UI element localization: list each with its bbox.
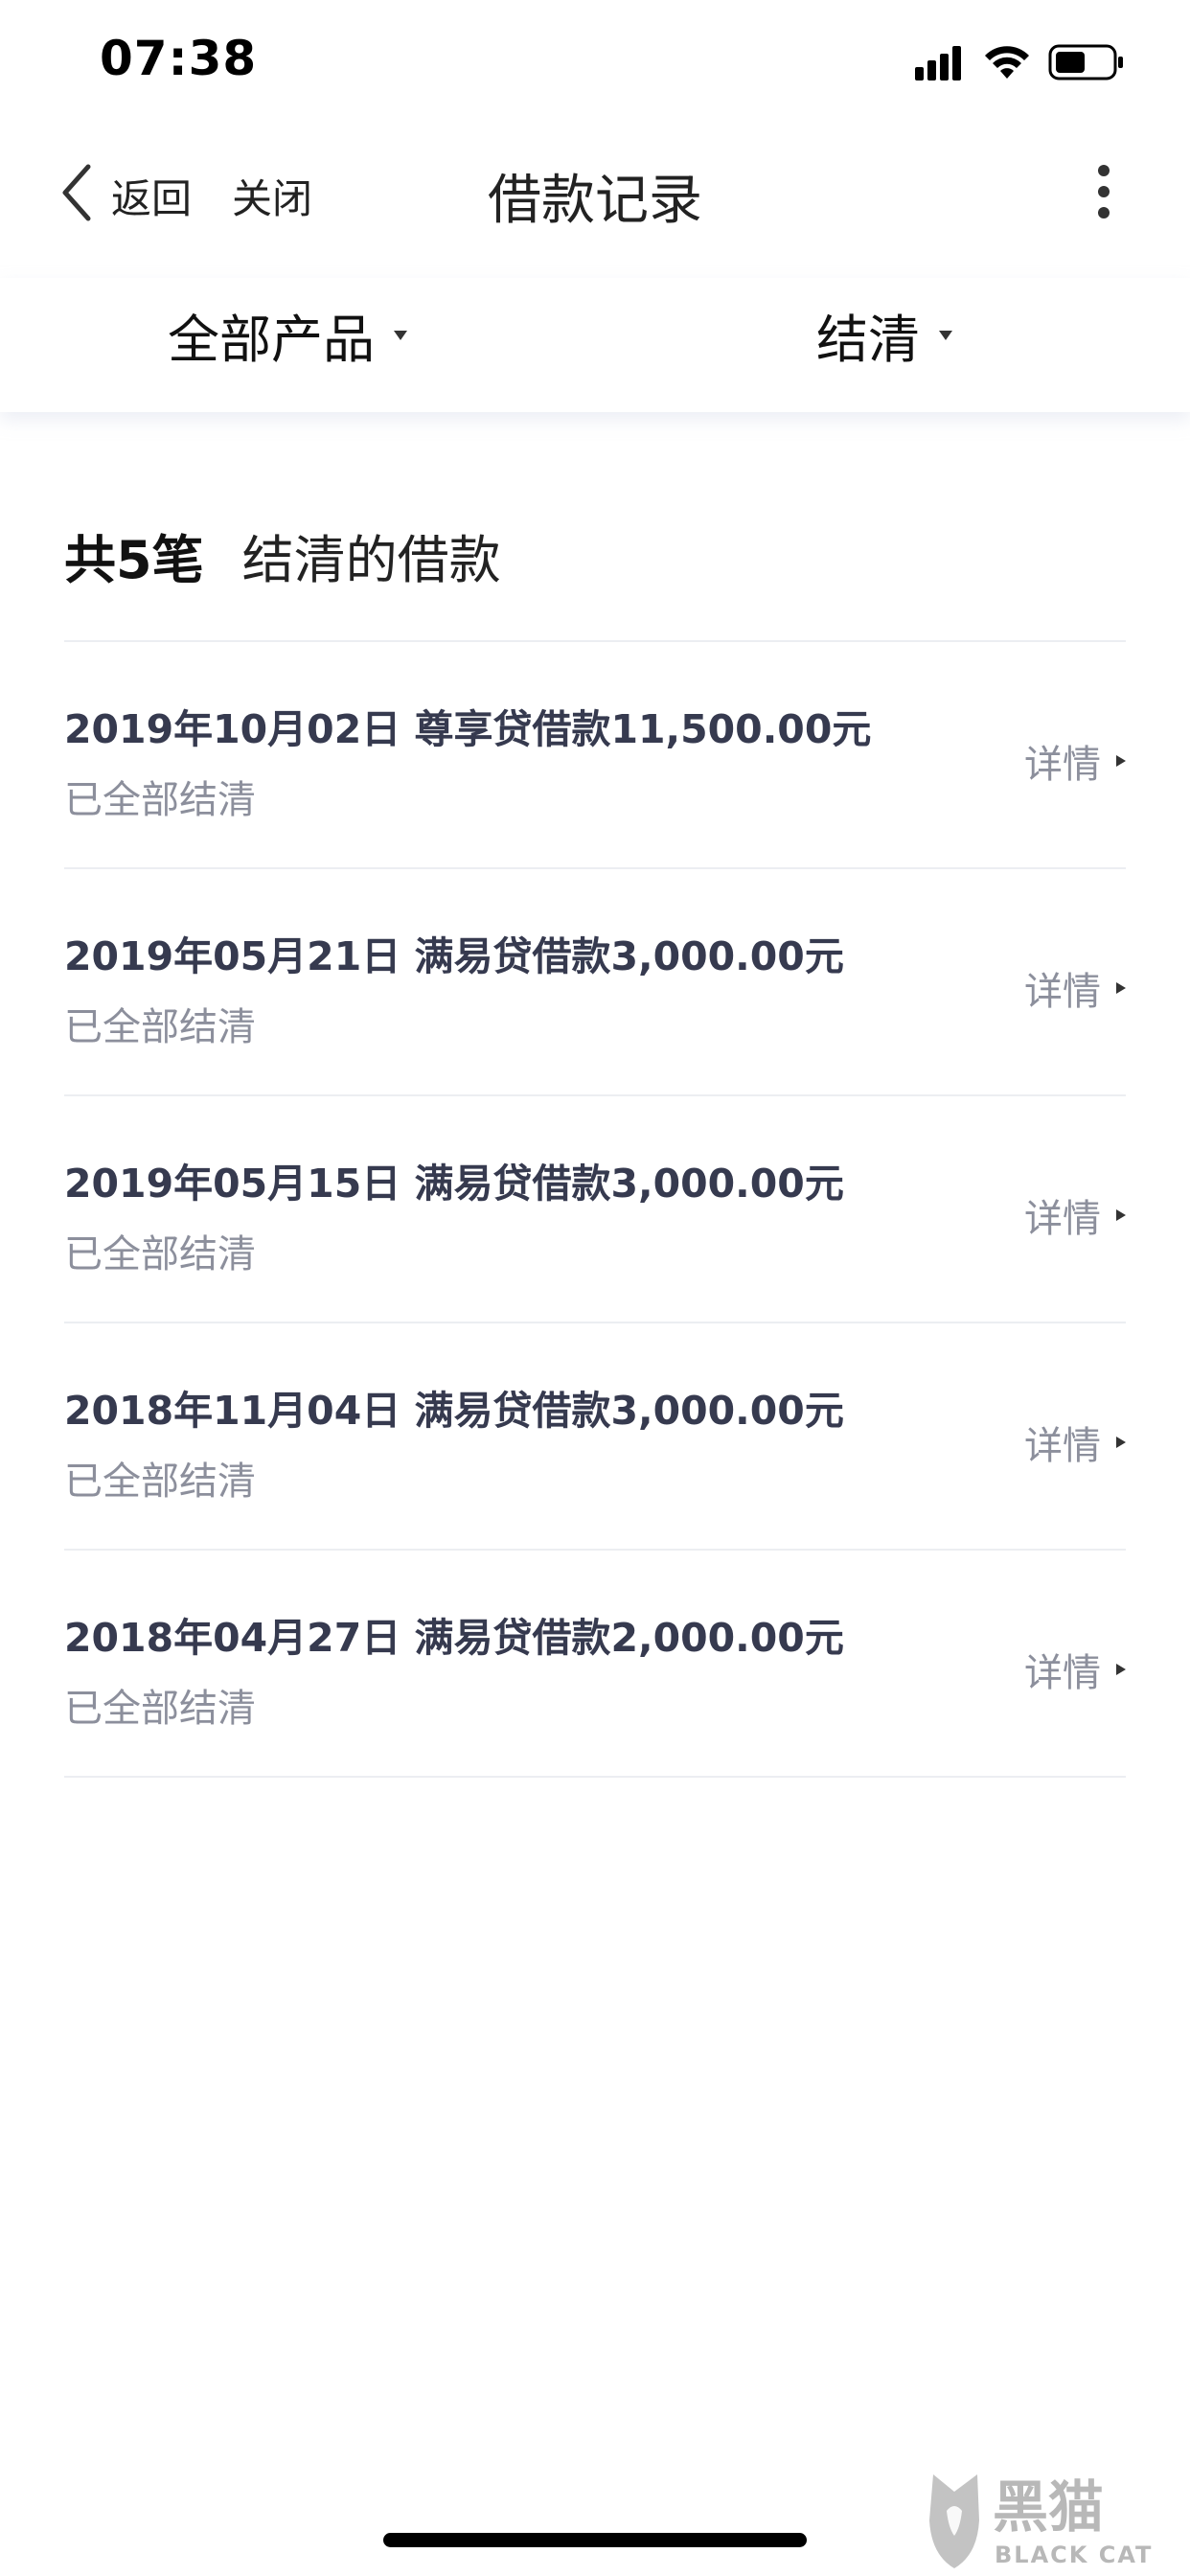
status-filter-label: 结清 [816,310,920,370]
loan-title: 2018年04月27日 满易贷借款2,000.00元 [64,1615,844,1661]
list-item[interactable]: 2018年11月04日 满易贷借款3,000.00元 已全部结清 详情 [64,1323,1126,1551]
loan-status: 已全部结清 [64,778,256,822]
status-filter-dropdown[interactable]: 结清 [816,297,952,373]
detail-label: 详情 [1024,1197,1101,1241]
detail-link[interactable]: 详情 [1024,1414,1126,1470]
loan-status: 已全部结清 [64,1687,256,1731]
list-item[interactable]: 2019年10月02日 尊享贷借款11,500.00元 已全部结清 详情 [64,642,1126,869]
filter-bar: 全部产品 结清 [0,278,1190,412]
caret-right-icon [1116,1664,1126,1675]
loan-status: 已全部结清 [64,1460,256,1504]
list-item[interactable]: 2019年05月21日 满易贷借款3,000.00元 已全部结清 详情 [64,869,1126,1096]
list-item[interactable]: 2018年04月27日 满易贷借款2,000.00元 已全部结清 详情 [64,1551,1126,1778]
loan-title: 2019年05月15日 满易贷借款3,000.00元 [64,1161,844,1207]
home-indicator[interactable] [383,2533,807,2547]
detail-label: 详情 [1024,1651,1101,1695]
loan-title: 2019年10月02日 尊享贷借款11,500.00元 [64,706,872,752]
detail-link[interactable]: 详情 [1024,960,1126,1016]
list-item[interactable]: 2019年05月15日 满易贷借款3,000.00元 已全部结清 详情 [64,1096,1126,1323]
loan-status: 已全部结清 [64,1232,256,1276]
status-time: 07:38 [100,31,258,86]
product-filter-label: 全部产品 [168,310,375,370]
caret-right-icon [1116,755,1126,767]
battery-icon [1048,44,1123,80]
more-vertical-icon[interactable] [1092,163,1115,220]
signal-icon [915,46,961,80]
watermark-brand-cn: 黑猫 [993,2474,1104,2540]
black-cat-watermark-logo: 黑猫 BLACK CAT [929,2474,1153,2568]
loan-title: 2018年11月04日 满易贷借款3,000.00元 [64,1388,844,1434]
caret-right-icon [1116,1209,1126,1221]
caret-right-icon [1116,982,1126,994]
watermark-brand-en: BLACK CAT [995,2542,1153,2568]
loan-status: 已全部结清 [64,1005,256,1049]
product-filter-dropdown[interactable]: 全部产品 [168,297,407,373]
caret-right-icon [1116,1437,1126,1448]
status-bar: 07:38 [0,0,1190,125]
detail-link[interactable]: 详情 [1024,1187,1126,1243]
wifi-icon [985,46,1029,79]
summary: 共5笔 结清的借款 [64,518,501,593]
caret-down-icon [939,330,952,340]
caret-down-icon [394,330,407,340]
screen: 07:38 返回 关闭 借款记录 全部产品 结清 共5笔 结清的借款 2019年… [0,0,1190,2576]
summary-count: 共5笔 [64,530,204,590]
loan-title: 2019年05月21日 满易贷借款3,000.00元 [64,933,844,979]
detail-link[interactable]: 详情 [1024,733,1126,789]
detail-link[interactable]: 详情 [1024,1642,1126,1697]
page-title: 借款记录 [488,170,702,232]
detail-label: 详情 [1024,743,1101,787]
detail-label: 详情 [1024,970,1101,1014]
nav-bar: 返回 关闭 借款记录 [0,144,1190,240]
summary-description: 结清的借款 [241,530,501,590]
loan-list: 2019年10月02日 尊享贷借款11,500.00元 已全部结清 详情 201… [64,640,1126,1778]
detail-label: 详情 [1024,1424,1101,1468]
